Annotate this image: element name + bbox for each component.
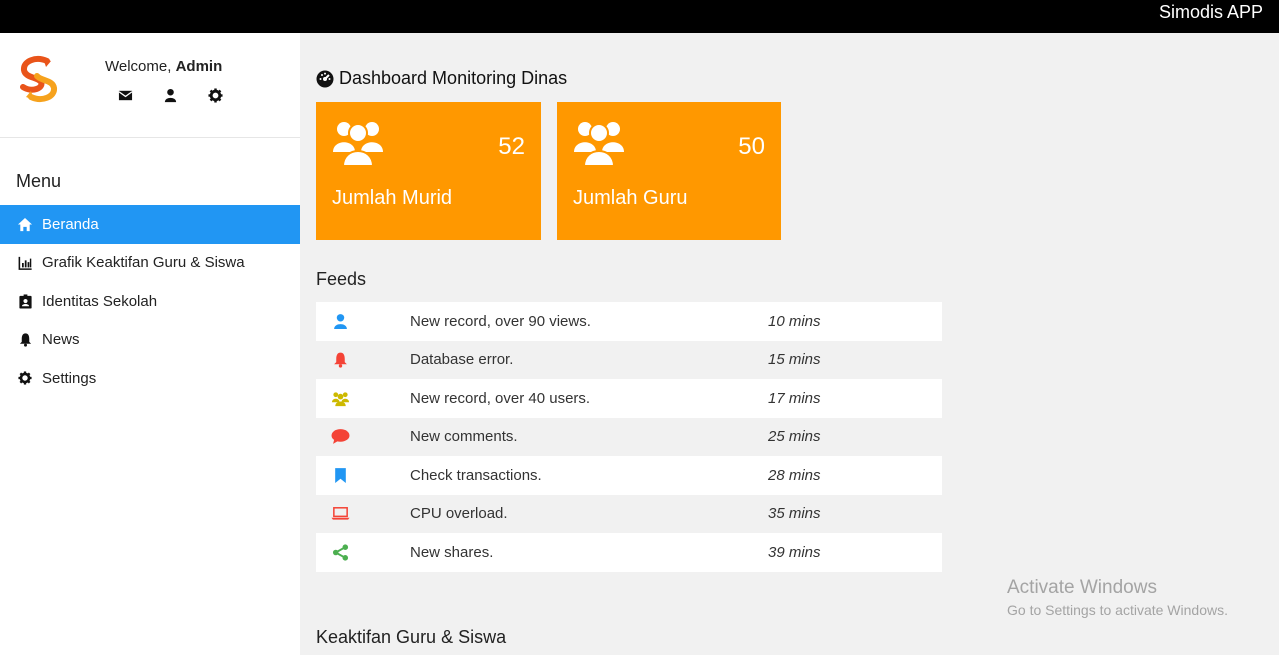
comment-icon (316, 428, 366, 445)
sidebar-item-beranda[interactable]: Beranda (0, 205, 300, 244)
bell-icon (316, 351, 366, 368)
feeds-table: New record, over 90 views. 10 mins Datab… (316, 302, 942, 572)
users-icon (316, 390, 366, 407)
stat-card-guru[interactable]: 50 Jumlah Guru (557, 102, 781, 240)
main-content: Dashboard Monitoring Dinas 52 Jumlah Mur… (300, 33, 1279, 655)
feed-text: New shares. (410, 543, 494, 561)
section-title-keaktifan: Keaktifan Guru & Siswa (316, 627, 507, 647)
feed-row[interactable]: New shares. 39 mins (316, 533, 942, 572)
sidebar-item-label: News (42, 331, 80, 349)
gear-icon (16, 370, 34, 386)
stat-value: 52 (498, 133, 525, 160)
feed-row[interactable]: New record, over 90 views. 10 mins (316, 302, 942, 341)
gear-icon[interactable] (208, 88, 223, 103)
users-icon (333, 122, 383, 167)
feeds-title: Feeds (316, 269, 367, 289)
bookmark-icon (316, 467, 366, 484)
feed-row[interactable]: New record, over 40 users. 17 mins (316, 379, 942, 418)
sidebar-item-label: Grafik Keaktifan Guru & Siswa (42, 254, 245, 272)
envelope-icon[interactable] (118, 88, 133, 103)
feed-text: Check transactions. (410, 466, 542, 484)
feed-text: New record, over 40 users. (410, 389, 591, 407)
user-name: Admin (175, 58, 223, 75)
feed-time: 10 mins (768, 312, 821, 330)
user-icon[interactable] (163, 88, 178, 103)
feed-time: 17 mins (768, 389, 821, 407)
welcome-prefix: Welcome, (105, 58, 172, 75)
feed-time: 35 mins (768, 505, 821, 523)
sidebar-menu: Beranda Grafik Keaktifan Guru & Siswa Id… (0, 205, 300, 398)
app-logo (20, 56, 57, 102)
sidebar-item-settings[interactable]: Settings (0, 359, 300, 398)
feed-time: 25 mins (768, 428, 821, 446)
watermark-line2: Go to Settings to activate Windows. (1007, 602, 1228, 618)
menu-heading: Menu (16, 171, 62, 191)
page-title: Dashboard Monitoring Dinas (316, 68, 567, 89)
feed-time: 15 mins (768, 351, 821, 369)
share-icon (316, 544, 366, 561)
watermark-line1: Activate Windows (1007, 577, 1157, 598)
feed-text: New comments. (410, 428, 518, 446)
user-actions (118, 88, 223, 103)
bar-chart-icon (16, 255, 34, 271)
top-bar: Simodis APP (0, 0, 1279, 33)
sidebar-item-label: Beranda (42, 215, 99, 233)
sidebar-divider (0, 137, 300, 138)
sidebar-item-grafik[interactable]: Grafik Keaktifan Guru & Siswa (0, 244, 300, 283)
stat-card-murid[interactable]: 52 Jumlah Murid (316, 102, 541, 240)
user-icon (316, 313, 366, 330)
activate-windows-watermark: Activate Windows Go to Settings to activ… (1007, 577, 1228, 618)
home-icon (16, 216, 34, 232)
feed-text: CPU overload. (410, 505, 508, 523)
page-title-text: Dashboard Monitoring Dinas (339, 68, 568, 88)
feed-text: New record, over 90 views. (410, 312, 591, 330)
dashboard-gauge-icon (316, 70, 334, 87)
sidebar: Welcome, Admin Menu Beranda Grafik Keakt… (0, 33, 300, 655)
laptop-icon (316, 505, 366, 522)
sidebar-item-news[interactable]: News (0, 321, 300, 360)
welcome-text: Welcome, Admin (105, 58, 222, 75)
feed-time: 28 mins (768, 466, 821, 484)
stat-value: 50 (738, 133, 765, 160)
feed-row[interactable]: CPU overload. 35 mins (316, 494, 942, 533)
stat-label: Jumlah Murid (332, 187, 453, 209)
app-title: Simodis APP (1158, 2, 1263, 22)
stat-label: Jumlah Guru (573, 187, 688, 209)
id-badge-icon (16, 293, 34, 309)
feed-row[interactable]: New comments. 25 mins (316, 417, 942, 456)
sidebar-item-identitas[interactable]: Identitas Sekolah (0, 282, 300, 321)
feed-time: 39 mins (768, 543, 821, 561)
feed-text: Database error. (410, 351, 514, 369)
feed-row[interactable]: Database error. 15 mins (316, 340, 942, 379)
feed-row[interactable]: Check transactions. 28 mins (316, 456, 942, 495)
sidebar-item-label: Settings (42, 369, 97, 387)
sidebar-item-label: Identitas Sekolah (42, 292, 158, 310)
bell-icon (16, 332, 34, 348)
users-icon (574, 122, 624, 167)
